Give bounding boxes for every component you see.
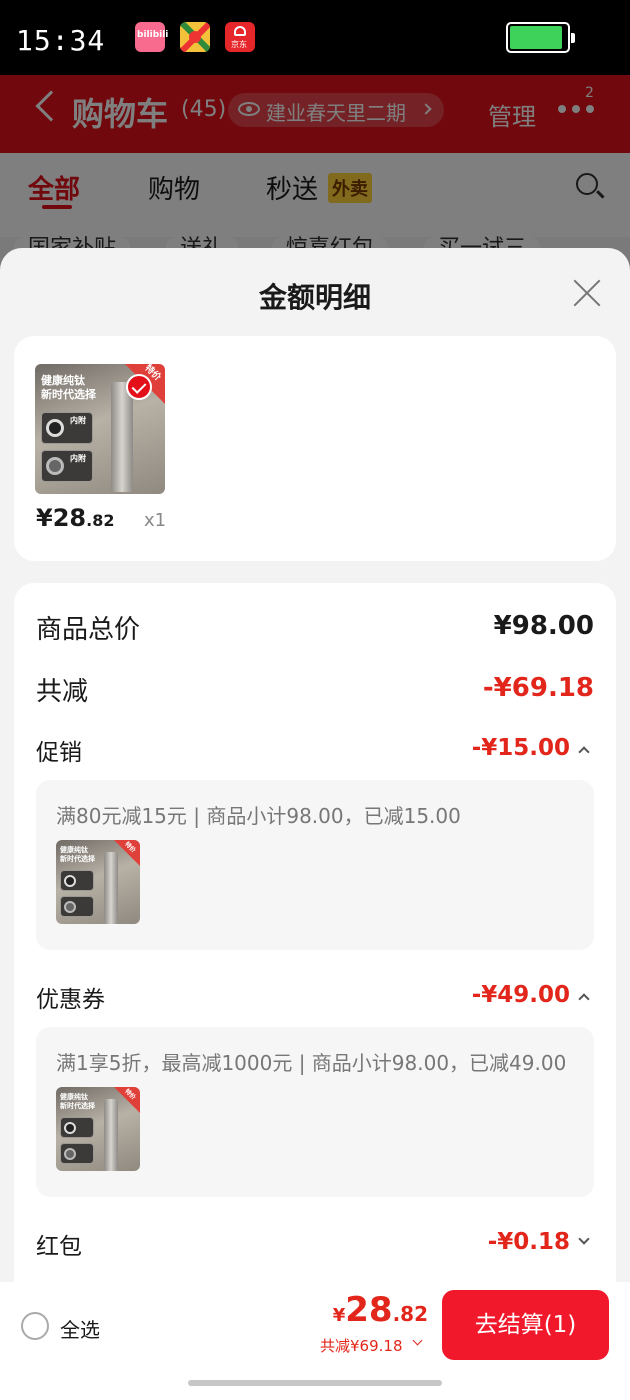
bilibili-icon: bilibili (135, 22, 168, 52)
select-all-radio[interactable] (21, 1312, 49, 1340)
promo-detail-box: 满80元减15元 | 商品小计98.00，已减15.00 健康纯钛 新时代选择 … (36, 780, 594, 950)
map-icon (180, 22, 210, 52)
home-indicator[interactable] (188, 1380, 442, 1386)
select-all-label[interactable]: 全选 (60, 1314, 100, 1343)
thumb-text-1: 健康纯钛 (41, 374, 85, 387)
red-packet-value[interactable]: -¥0.18 (488, 1229, 570, 1255)
jd-icon: 京东 (225, 22, 255, 52)
coupon-detail-text: 满1享5折，最高减1000元 | 商品小计98.00，已减49.00 (56, 1051, 567, 1075)
chevron-down-icon[interactable] (578, 1233, 590, 1245)
coupon-value[interactable]: -¥49.00 (472, 982, 570, 1008)
battery-icon (506, 22, 575, 53)
amount-detail-sheet: 金额明细 健康纯钛 新时代选择 内附 内附 特价 ¥28.82 x1 商品总价 … (0, 248, 630, 1400)
status-bar: 15:34 bilibili 京东 (0, 0, 630, 75)
promo-value[interactable]: -¥15.00 (472, 735, 570, 761)
saved-amount[interactable]: 共减¥69.18 (320, 1335, 403, 1356)
total-price-value: ¥98.00 (493, 611, 594, 641)
total-discount-label: 共减 (36, 677, 89, 707)
coupon-product-thumbnail: 健康纯钛 新时代选择 特价 (56, 1087, 140, 1171)
total-price-label: 商品总价 (36, 615, 141, 645)
promo-label: 促销 (36, 740, 82, 766)
product-quantity: x1 (144, 510, 167, 531)
product-card: 健康纯钛 新时代选择 内附 内附 特价 ¥28.82 x1 (14, 336, 616, 561)
total-price: ¥28.82 (332, 1290, 428, 1330)
status-time: 15:34 (16, 24, 106, 57)
selected-check-icon (126, 374, 152, 400)
promo-detail-text: 满80元减15元 | 商品小计98.00，已减15.00 (56, 804, 461, 828)
checkout-button[interactable]: 去结算(1) (442, 1290, 609, 1360)
sheet-title: 金额明细 (258, 281, 371, 314)
chevron-up-icon[interactable] (578, 746, 590, 758)
promo-product-thumbnail: 健康纯钛 新时代选择 特价 (56, 840, 140, 924)
coupon-detail-box: 满1享5折，最高减1000元 | 商品小计98.00，已减49.00 健康纯钛 … (36, 1027, 594, 1197)
product-price: ¥28.82 (36, 504, 115, 532)
coupon-label: 优惠券 (36, 987, 105, 1013)
thumb-text-2: 新时代选择 (41, 388, 96, 401)
close-icon[interactable] (572, 278, 602, 308)
red-packet-label: 红包 (36, 1234, 82, 1260)
total-discount-value: -¥69.18 (482, 673, 594, 703)
checkout-bar: 全选 ¥28.82 共减¥69.18 去结算(1) (0, 1282, 630, 1400)
price-breakdown-card: 商品总价 ¥98.00 共减 -¥69.18 促销 -¥15.00 满80元减1… (14, 583, 616, 1323)
chevron-down-icon[interactable] (412, 1335, 423, 1346)
chevron-up-icon[interactable] (578, 993, 590, 1005)
